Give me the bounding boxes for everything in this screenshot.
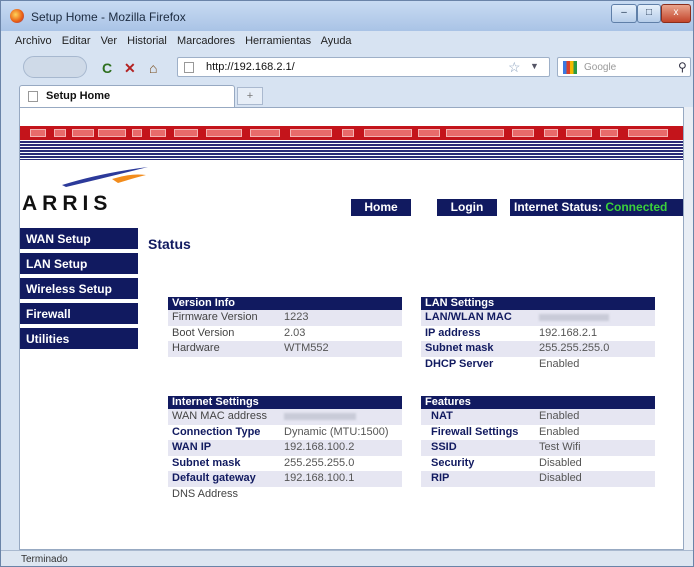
tab-setup-home[interactable]: Setup Home [19,85,235,107]
panel-header: Internet Settings [168,396,402,409]
table-row: Hardware WTM552 [168,341,402,357]
internet-status-label: Internet Status: [514,200,603,214]
table-row: Firewall Settings Enabled [431,425,580,438]
table-row: DNS Address [172,487,239,500]
tab-title[interactable]: Setup Home [46,90,110,102]
status-text: Terminado [21,554,68,565]
table-row: RIP Disabled [421,471,655,487]
sidebar-item-firewall[interactable]: Firewall [20,303,138,325]
panel-header: Version Info [168,297,402,310]
internet-status: Internet Status: Connected [510,199,683,216]
table-row: WAN MAC address [168,409,402,425]
minimize-button[interactable]: – [611,4,637,23]
table-row: Subnet mask 255.255.255.0 [172,456,355,469]
navigation-toolbar: C ✕ ⌂ http://192.168.2.1/ ☆ ▼ Google ⚲ [1,52,693,82]
page-icon [28,91,38,102]
menu-bar: Archivo Editar Ver Historial Marcadores … [15,35,359,47]
vertical-scrollbar[interactable] [684,107,693,550]
table-row: NAT Enabled [421,409,655,425]
table-row: Boot Version 2.03 [172,326,306,339]
sidebar-item-utilities[interactable]: Utilities [20,328,138,350]
home-icon[interactable]: ⌂ [149,60,157,76]
login-button[interactable]: Login [437,199,497,216]
version-info-panel: Version Info Firmware Version 1223 Boot V… [168,297,402,357]
table-row: IP address 192.168.2.1 [425,326,598,339]
google-icon[interactable] [563,61,577,74]
new-tab-button[interactable]: + [237,87,263,105]
reload-icon[interactable]: C [102,60,112,76]
menu-archivo[interactable]: Archivo [15,35,52,47]
firefox-icon [10,9,24,23]
maximize-button[interactable]: □ [637,4,661,23]
search-placeholder[interactable]: Google [584,62,616,73]
features-panel: Features NAT Enabled Firewall Settings Ena… [421,396,655,487]
menu-editar[interactable]: Editar [62,35,91,47]
bookmark-star-icon[interactable]: ☆ [508,59,521,76]
home-button[interactable]: Home [351,199,411,216]
search-box[interactable]: Google ⚲ [557,57,691,77]
table-row: Subnet mask 255.255.255.0 [421,341,655,357]
table-row: Security Disabled [431,456,582,469]
menu-ver[interactable]: Ver [101,35,118,47]
header-banner [20,126,683,140]
table-row: LAN/WLAN MAC [421,310,655,326]
internet-settings-panel: Internet Settings WAN MAC address Connec… [168,396,402,502]
menu-ayuda[interactable]: Ayuda [321,35,352,47]
redacted-mac [539,313,609,321]
page-icon [184,62,194,73]
table-row: Firmware Version 1223 [168,310,402,326]
menu-herramientas[interactable]: Herramientas [245,35,311,47]
sidebar-item-lan-setup[interactable]: LAN Setup [20,253,138,275]
table-row: Default gateway 192.168.100.1 [168,471,402,487]
page-title: Status [148,236,191,252]
close-button[interactable]: x [661,4,691,23]
url-text[interactable]: http://192.168.2.1/ [206,61,295,73]
tab-strip: Setup Home + [1,83,693,107]
chevron-down-icon[interactable]: ▼ [530,61,539,71]
internet-status-value: Connected [605,200,668,214]
menu-marcadores[interactable]: Marcadores [177,35,235,47]
sidebar-item-wan-setup[interactable]: WAN Setup [20,228,138,250]
header-stripes [20,140,683,160]
table-row: Connection Type Dynamic (MTU:1500) [172,425,389,438]
stop-icon[interactable]: ✕ [124,60,136,77]
back-forward-button[interactable] [23,56,87,78]
panel-header: Features [421,396,655,409]
lan-settings-panel: LAN Settings LAN/WLAN MAC IP address 192.… [421,297,655,372]
redacted-mac [284,412,356,420]
table-row: SSID Test Wifi [421,440,655,456]
status-bar: Terminado [1,550,693,566]
title-bar: Setup Home - Mozilla Firefox – □ x [1,1,693,31]
panel-header: LAN Settings [421,297,655,310]
page-content: ARRIS Home Login Internet Status: Connec… [19,107,684,550]
browser-window: Setup Home - Mozilla Firefox – □ x Archi… [0,0,694,567]
window-title: Setup Home - Mozilla Firefox [31,10,186,24]
arris-swoosh-logo [62,167,148,187]
menu-historial[interactable]: Historial [127,35,167,47]
search-icon[interactable]: ⚲ [678,60,687,74]
arris-logo: ARRIS [22,192,113,215]
address-bar[interactable]: http://192.168.2.1/ ☆ ▼ [177,57,550,77]
table-row: WAN IP 192.168.100.2 [168,440,402,456]
table-row: DHCP Server Enabled [425,357,580,370]
sidebar-item-wireless-setup[interactable]: Wireless Setup [20,278,138,300]
